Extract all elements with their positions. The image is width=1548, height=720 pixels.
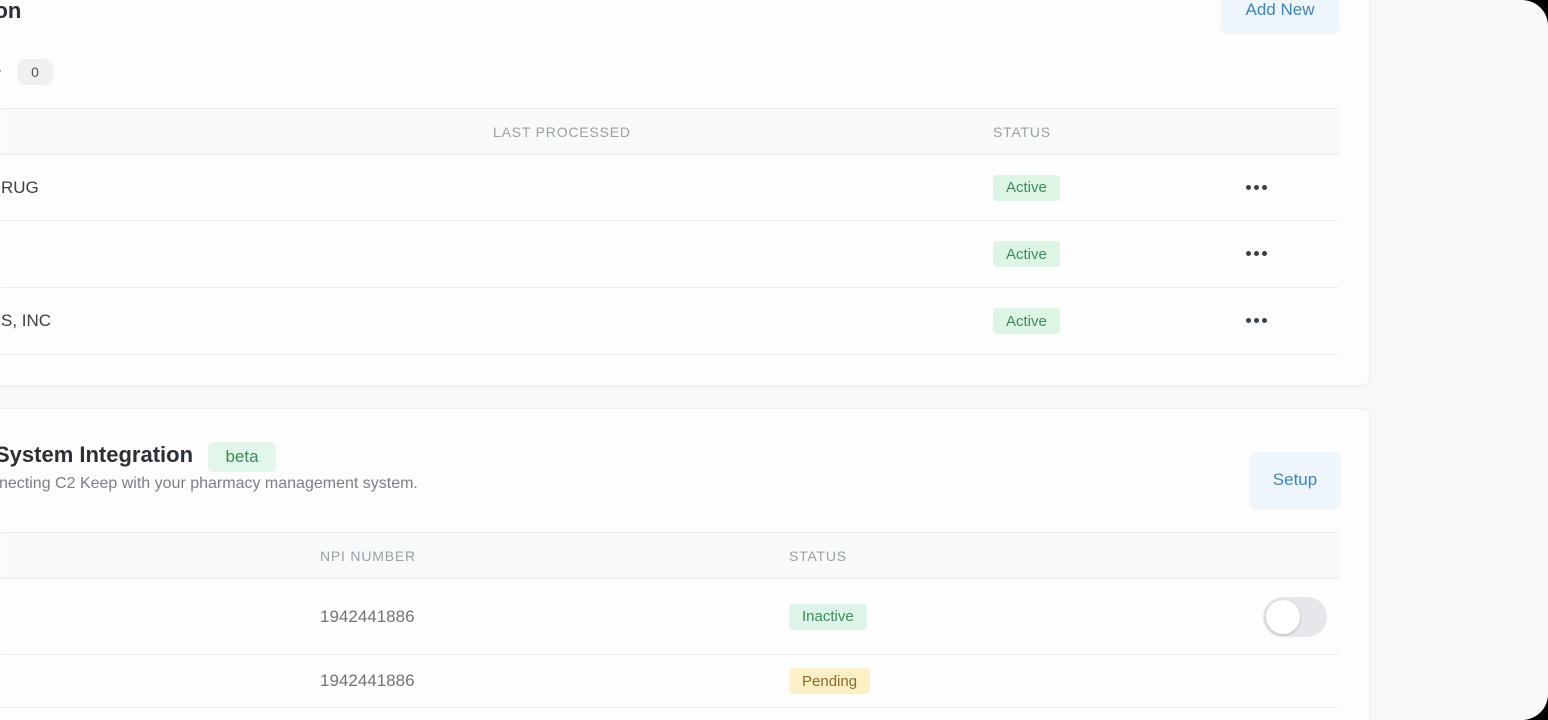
vendors-card: tion Add New e 0 LAST PROCESSED STATUS R…: [0, 0, 1370, 386]
col-status: STATUS: [789, 547, 847, 564]
status-badge: Active: [993, 308, 1060, 334]
table-row[interactable]: 1942441886 Pending: [1, 655, 1339, 708]
section-subtitle: necting C2 Keep with your pharmacy manag…: [0, 475, 418, 492]
status-badge: Inactive: [789, 603, 867, 630]
col-npi-number: NPI NUMBER: [320, 547, 416, 564]
count-badge: 0: [17, 59, 53, 85]
table-row[interactable]: Active: [1, 221, 1339, 288]
col-status: STATUS: [993, 123, 1051, 140]
table-row[interactable]: S, INC Active: [1, 288, 1339, 355]
app-screen: tion Add New e 0 LAST PROCESSED STATUS R…: [0, 0, 1548, 720]
toggle-knob: [1266, 600, 1300, 634]
more-horizontal-icon[interactable]: [1246, 251, 1267, 256]
section-title: System Integration: [0, 442, 194, 467]
row-name: RUG: [1, 177, 39, 197]
more-horizontal-icon[interactable]: [1246, 185, 1267, 190]
status-badge: Active: [993, 241, 1060, 267]
count-label: e: [0, 63, 1, 80]
table-header: NPI NUMBER STATUS: [1, 532, 1339, 579]
npi-value: 1942441886: [320, 606, 415, 626]
status-badge: Active: [993, 174, 1060, 201]
table-row[interactable]: [1, 708, 1339, 720]
section-title: tion: [0, 0, 22, 23]
status-badge: Pending: [789, 668, 871, 694]
integration-toggle[interactable]: [1263, 597, 1327, 637]
table-header: LAST PROCESSED STATUS: [1, 108, 1339, 155]
add-new-button[interactable]: Add New: [1221, 0, 1339, 33]
table-row[interactable]: RUG Active: [1, 155, 1339, 221]
beta-badge: beta: [208, 442, 276, 472]
col-last-processed: LAST PROCESSED: [493, 123, 631, 140]
setup-button[interactable]: Setup: [1250, 452, 1340, 508]
integration-card: System Integration beta necting C2 Keep …: [0, 408, 1370, 720]
table-row[interactable]: 1942441886 Inactive: [1, 579, 1339, 655]
row-name: S, INC: [1, 311, 52, 330]
more-horizontal-icon[interactable]: [1246, 318, 1267, 323]
npi-value: 1942441886: [320, 671, 415, 690]
